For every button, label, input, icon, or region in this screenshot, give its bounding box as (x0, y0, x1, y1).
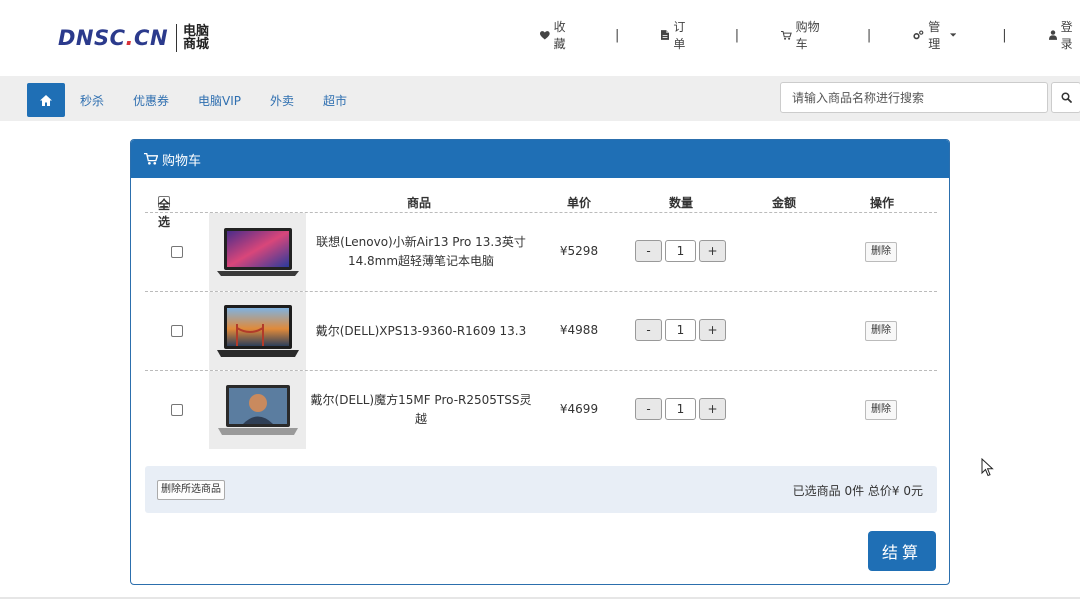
selection-summary: 已选商品 0件 总价¥ 0元 (792, 484, 923, 498)
nav-separator: | (866, 27, 872, 43)
row-checkbox[interactable] (171, 404, 183, 416)
panel-title: 购物车 (162, 153, 202, 169)
quantity-input[interactable]: 1 (665, 398, 696, 420)
nav-separator: | (1002, 27, 1007, 43)
delete-button[interactable]: 删除 (865, 321, 897, 341)
product-image[interactable] (209, 213, 306, 291)
search-button[interactable] (1051, 82, 1080, 113)
site-logo[interactable]: DNSC.CN 电脑商城 (58, 24, 217, 52)
header-unit-price: 单价 (567, 196, 592, 210)
nav-separator: | (734, 27, 740, 43)
row-checkbox[interactable] (171, 325, 183, 337)
quantity-stepper: - 1 + (635, 240, 726, 262)
laptop-image (217, 385, 298, 435)
logo-divider (176, 24, 178, 52)
category-links: 秒杀 优惠券 电脑VIP 外卖 超市 (80, 92, 376, 109)
cart-label: 购物车 (795, 20, 820, 51)
laptop-image (216, 305, 299, 357)
cart-icon (144, 153, 158, 165)
category-bar: 秒杀 优惠券 电脑VIP 外卖 超市 (0, 76, 1080, 121)
increase-button[interactable]: + (699, 398, 726, 420)
increase-button[interactable]: + (699, 240, 726, 262)
quantity-input[interactable]: 1 (665, 319, 696, 341)
login-label: 登录 (1060, 20, 1073, 51)
manage-label: 管理 (928, 20, 941, 51)
product-image[interactable] (209, 292, 306, 370)
top-nav: 收藏 | 订单 | 购物车 | 管理 | 登录 (540, 20, 1080, 51)
header-product: 商品 (407, 196, 432, 210)
login-link[interactable]: 登录 (1048, 18, 1080, 52)
orders-link[interactable]: 订单 (661, 18, 692, 52)
product-price: ¥5298 (559, 244, 599, 258)
home-icon (40, 94, 52, 106)
product-name[interactable]: 戴尔(DELL)魔方15MF Pro-R2505TSS灵越 (307, 371, 535, 449)
category-link-takeout[interactable]: 外卖 (270, 92, 294, 109)
search-icon (1061, 92, 1072, 103)
product-price: ¥4699 (559, 402, 599, 416)
gears-icon (913, 30, 924, 40)
decrease-button[interactable]: - (635, 240, 662, 262)
heart-icon (540, 30, 550, 40)
favorites-label: 收藏 (553, 20, 566, 51)
category-link-seckill[interactable]: 秒杀 (80, 92, 104, 109)
checkout-button[interactable]: 结算 (868, 531, 936, 571)
logo-subtitle: 电脑商城 (183, 24, 210, 52)
laptop-image (216, 228, 299, 276)
panel-header: 购物车 (131, 140, 949, 178)
cart-summary-bar: 删除所选商品 已选商品 0件 总价¥ 0元 (145, 466, 937, 513)
cart-link[interactable]: 购物车 (781, 18, 825, 52)
favorites-link[interactable]: 收藏 (540, 18, 573, 52)
search-input[interactable] (780, 82, 1048, 113)
quantity-stepper: - 1 + (635, 319, 726, 341)
category-link-supermarket[interactable]: 超市 (323, 92, 347, 109)
table-header: 全选 商品 单价 数量 金额 操作 (145, 192, 937, 229)
quantity-input[interactable]: 1 (665, 240, 696, 262)
home-button[interactable] (27, 83, 65, 117)
product-name[interactable]: 联想(Lenovo)小新Air13 Pro 13.3英寸14.8mm超轻薄笔记本… (307, 213, 535, 291)
orders-label: 订单 (673, 20, 686, 51)
category-link-coupons[interactable]: 优惠券 (133, 92, 169, 109)
cart-panel: 购物车 全选 商品 单价 数量 金额 操作 联想(Lenovo)小新Air13 … (130, 139, 950, 585)
manage-dropdown[interactable]: 管理 (913, 18, 960, 52)
decrease-button[interactable]: - (635, 319, 662, 341)
row-checkbox[interactable] (171, 246, 183, 258)
document-icon (661, 30, 670, 40)
header-amount: 金额 (772, 196, 797, 210)
user-icon (1048, 30, 1057, 40)
delete-selected-button[interactable]: 删除所选商品 (157, 480, 225, 500)
quantity-stepper: - 1 + (635, 398, 726, 420)
cart-row: 戴尔(DELL)XPS13-9360-R1609 13.3 ¥4988 - 1 … (145, 291, 937, 370)
header-quantity: 数量 (669, 196, 694, 210)
header-action: 操作 (870, 196, 895, 210)
product-name[interactable]: 戴尔(DELL)XPS13-9360-R1609 13.3 (307, 292, 535, 370)
logo-text: DNSC.CN (58, 26, 169, 50)
mouse-cursor-icon (981, 458, 994, 477)
caret-down-icon (949, 33, 957, 37)
top-header: DNSC.CN 电脑商城 收藏 | 订单 | 购物车 | 管理 | 登录 (0, 0, 1080, 76)
increase-button[interactable]: + (699, 319, 726, 341)
category-link-vip[interactable]: 电脑VIP (198, 92, 241, 109)
product-image[interactable] (209, 371, 306, 449)
decrease-button[interactable]: - (635, 398, 662, 420)
cart-row: 联想(Lenovo)小新Air13 Pro 13.3英寸14.8mm超轻薄笔记本… (145, 212, 937, 291)
delete-button[interactable]: 删除 (865, 400, 897, 420)
delete-button[interactable]: 删除 (865, 242, 897, 262)
nav-separator: | (615, 27, 620, 43)
product-price: ¥4988 (559, 323, 599, 337)
cart-icon (781, 30, 792, 40)
cart-row: 戴尔(DELL)魔方15MF Pro-R2505TSS灵越 ¥4699 - 1 … (145, 370, 937, 449)
